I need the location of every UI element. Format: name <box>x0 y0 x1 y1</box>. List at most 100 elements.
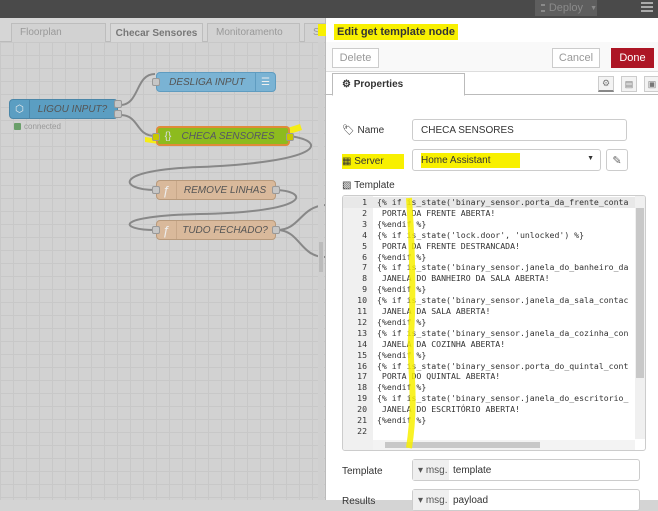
code-line: 13 {% if is_state('binary_sensor.janela_d… <box>343 328 643 339</box>
tag-icon: 🏷 <box>342 125 355 136</box>
code-line: 5 PORTA DA FRENTE DESTRANCADA! <box>343 241 643 252</box>
status-text: connected <box>24 122 61 131</box>
pencil-icon: ✎ <box>612 154 622 167</box>
line-number: 21 <box>357 415 367 425</box>
type-selector[interactable]: ▾ msg. <box>413 460 449 480</box>
tab-floorplan[interactable]: Floorplan <box>11 23 106 42</box>
code-text: JANELA DO ESCRITÓRIO ABERTA! <box>377 404 520 415</box>
node-remove-linhas[interactable]: ƒ REMOVE LINHAS <box>152 180 280 200</box>
output-port[interactable] <box>114 110 122 118</box>
output-port[interactable] <box>272 226 280 234</box>
code-text: {% if is_state('binary_sensor.janela_da_… <box>377 327 629 338</box>
output-port[interactable] <box>286 133 294 141</box>
delete-button[interactable]: Delete <box>332 48 379 68</box>
line-number: 1 <box>362 197 367 207</box>
ha-state-icon: ⬡ <box>10 100 30 118</box>
type-selector[interactable]: ▾ msg. <box>413 490 449 510</box>
scrollbar-thumb[interactable] <box>319 242 323 272</box>
node-checa-sensores[interactable]: {} CHECA SENSORES <box>152 126 294 146</box>
code-line: 4 {% if is_state('lock.door', 'unlocked')… <box>343 230 643 241</box>
code-line: 8 JANELA DO BANHEIRO DA SALA ABERTA! <box>343 273 643 284</box>
node-settings-gear-icon[interactable]: ⚙ <box>598 76 614 92</box>
line-number: 22 <box>357 425 367 436</box>
highlight-mark <box>318 24 326 36</box>
template-field-input[interactable]: ▾ msg. template <box>412 459 640 481</box>
editor-vertical-scrollbar[interactable] <box>635 196 645 439</box>
code-line: 10 {% if is_state('binary_sensor.janela_d… <box>343 295 643 306</box>
server-select[interactable]: Home Assistant ▼ <box>412 149 601 171</box>
template-code-editor[interactable]: 1 {% if is_state('binary_sensor.porta_da_… <box>342 195 646 451</box>
code-line: 14 JANELA DA COZINHA ABERTA! <box>343 339 643 350</box>
code-line: 1 {% if is_state('binary_sensor.porta_da_… <box>343 197 643 208</box>
code-line: 17 PORTA DO QUINTAL ABERTA! <box>343 371 643 382</box>
tab-properties[interactable]: ⚙ Properties <box>332 73 465 96</box>
flow-canvas[interactable]: ⬡ LIGOU INPUT? connected DESLIGA INPUT ☰… <box>0 42 325 500</box>
code-line: 7 {% if is_state('binary_sensor.janela_do… <box>343 262 643 273</box>
template-label: ▧ Template <box>342 180 395 191</box>
node-label: TUDO FECHADO? <box>182 224 268 236</box>
output-port[interactable] <box>114 100 122 108</box>
code-line: 19 {% if is_state('binary_sensor.janela_d… <box>343 393 643 404</box>
edit-node-panel: Edit get template node Delete Cancel Don… <box>325 18 658 511</box>
code-text: {%endif %} <box>377 415 427 425</box>
tab-label: Monitoramento <box>216 27 283 38</box>
node-desliga-input[interactable]: DESLIGA INPUT ☰ <box>152 72 276 92</box>
canvas-scrollbar[interactable] <box>318 42 324 500</box>
name-input[interactable]: CHECA SENSORES <box>412 119 627 141</box>
panel-tabs: ⚙ Properties ⚙ ▤ ▣ <box>326 73 658 96</box>
node-ligou-input[interactable]: ⬡ LIGOU INPUT? <box>9 99 122 119</box>
input-port[interactable] <box>152 78 160 86</box>
deploy-button[interactable]: Deploy ▼ <box>535 0 597 16</box>
tab-monitoramento[interactable]: Monitoramento <box>207 23 300 42</box>
code-line: 11 JANELA DA SALA ABERTA! <box>343 306 643 317</box>
code-line: 9 {%endif %} <box>343 284 643 295</box>
node-tudo-fechado[interactable]: ƒ TUDO FECHADO? <box>152 220 280 240</box>
panel-title: Edit get template node <box>334 24 458 40</box>
line-number: 17 <box>357 371 367 382</box>
field-value: template <box>453 465 492 476</box>
tab-checar-sensores[interactable]: Checar Sensores <box>110 23 203 42</box>
deploy-label: Deploy <box>548 2 584 14</box>
line-number: 14 <box>357 338 367 349</box>
line-number: 15 <box>357 349 367 360</box>
code-line: 12 {%endif %} <box>343 317 643 328</box>
node-status: connected <box>14 122 61 131</box>
label-text: Template <box>354 180 395 191</box>
gear-icon: ⚙ <box>342 79 351 90</box>
scrollbar-thumb[interactable] <box>385 442 540 448</box>
line-number: 6 <box>362 251 367 262</box>
edit-server-button[interactable]: ✎ <box>606 149 628 171</box>
server-label: ▦ Server <box>342 154 404 169</box>
code-text: {% if is_state('binary_sensor.janela_do_… <box>377 393 629 404</box>
chevron-down-icon: ▼ <box>587 155 594 162</box>
line-number: 20 <box>357 404 367 415</box>
line-number: 10 <box>357 295 367 306</box>
done-button[interactable]: Done <box>611 48 654 68</box>
type-label: msg. <box>425 465 448 476</box>
line-number: 11 <box>357 306 367 316</box>
deploy-icon <box>541 4 545 12</box>
code-text: {% if is_state('binary_sensor.janela_do_… <box>377 262 629 273</box>
code-text: {% if is_state('binary_sensor.porta_do_q… <box>377 360 629 371</box>
appearance-icon[interactable]: ▣ <box>644 76 658 92</box>
wire <box>119 73 156 106</box>
code-line: 2 PORTA DA FRENTE ABERTA! <box>343 208 643 219</box>
code-text: {%endif %} <box>377 218 427 229</box>
code-text: {%endif %} <box>377 316 427 327</box>
cancel-button[interactable]: Cancel <box>552 48 600 68</box>
editor-horizontal-scrollbar[interactable] <box>373 440 635 450</box>
code-text: PORTA DA FRENTE ABERTA! <box>377 207 496 218</box>
tab-label: Checar Sensores <box>115 28 198 39</box>
line-number: 5 <box>362 240 367 251</box>
description-doc-icon[interactable]: ▤ <box>621 76 637 92</box>
results-input[interactable]: ▾ msg. payload <box>412 489 640 511</box>
output-port[interactable] <box>272 186 280 194</box>
function-icon: ƒ <box>157 221 177 239</box>
line-number: 4 <box>362 229 367 240</box>
tab-label: Properties <box>353 79 404 90</box>
scrollbar-thumb[interactable] <box>636 208 644 378</box>
hamburger-menu-icon[interactable] <box>641 2 653 12</box>
label-text: Server <box>354 156 384 167</box>
results-label: Results <box>342 496 376 507</box>
function-icon: ƒ <box>157 181 177 199</box>
